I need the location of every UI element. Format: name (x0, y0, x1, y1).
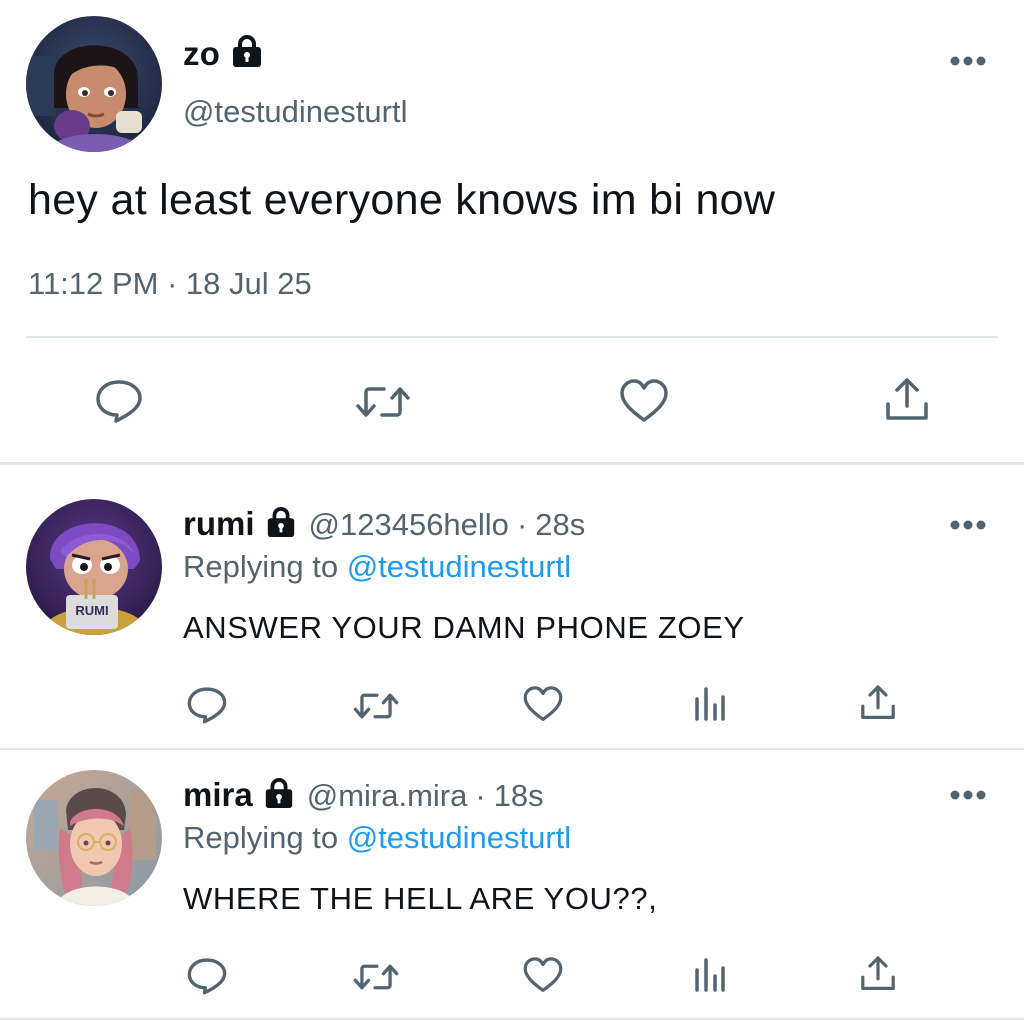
more-horizontal-icon[interactable] (948, 518, 988, 537)
analytics-icon[interactable] (692, 956, 728, 994)
like-icon[interactable] (522, 956, 564, 994)
lock-icon (263, 777, 295, 814)
lock-icon (265, 506, 297, 543)
share-icon[interactable] (858, 954, 898, 994)
like-icon[interactable] (618, 378, 670, 424)
analytics-icon[interactable] (692, 685, 728, 723)
retweet-icon[interactable] (352, 960, 400, 994)
share-icon[interactable] (858, 683, 898, 723)
replying-prefix: Replying to (183, 820, 347, 855)
reply-header: rumi @123456hello · 28s (183, 505, 585, 543)
more-horizontal-icon[interactable] (948, 788, 988, 807)
avatar-rumi[interactable]: RUMI (26, 499, 162, 635)
reply-author-name[interactable]: rumi (183, 505, 255, 543)
reply-time[interactable]: 28s (535, 507, 585, 543)
reply-text: WHERE THE HELL ARE YOU??, (183, 881, 658, 916)
avatar-label: RUMI (75, 603, 108, 618)
more-horizontal-icon[interactable] (948, 54, 988, 73)
replying-to: Replying to @testudinesturtl (183, 549, 571, 585)
reply-author-name[interactable]: mira (183, 776, 253, 814)
tweet-timestamp[interactable]: 11:12 PM · 18 Jul 25 (28, 266, 312, 302)
tweet-text: hey at least everyone knows im bi now (28, 176, 776, 224)
replying-to: Replying to @testudinesturtl (183, 820, 571, 856)
lock-icon (230, 34, 264, 73)
reply-icon[interactable] (186, 956, 228, 996)
reply-author-handle[interactable]: @123456hello (309, 507, 509, 543)
reply-icon[interactable] (186, 685, 228, 725)
avatar-zo[interactable] (26, 16, 162, 152)
author-name[interactable]: zo (183, 35, 220, 73)
replying-prefix: Replying to (183, 549, 347, 584)
replying-to-mention[interactable]: @testudinesturtl (347, 549, 571, 584)
divider (26, 336, 998, 338)
reply-icon[interactable] (94, 378, 144, 424)
reply-tweet: mira @mira.mira · 18s Replying to @testu… (0, 750, 1024, 1020)
main-tweet: zo @testudinesturtl hey at least everyon… (0, 0, 1024, 462)
reply-time[interactable]: 18s (494, 778, 544, 814)
author-handle[interactable]: @testudinesturtl (183, 94, 407, 130)
reply-author-handle[interactable]: @mira.mira (307, 778, 468, 814)
meta-separator: · (516, 507, 528, 542)
meta-separator: · (475, 778, 486, 813)
author-row: zo (183, 34, 264, 73)
reply-tweet: RUMI rumi @123456hello · 28s Replying to… (0, 465, 1024, 748)
reply-text: ANSWER YOUR DAMN PHONE ZOEY (183, 610, 745, 645)
retweet-icon[interactable] (352, 689, 400, 723)
share-icon[interactable] (882, 376, 932, 424)
reply-header: mira @mira.mira · 18s (183, 776, 544, 814)
retweet-icon[interactable] (354, 382, 412, 422)
replying-to-mention[interactable]: @testudinesturtl (347, 820, 571, 855)
like-icon[interactable] (522, 685, 564, 723)
avatar-mira[interactable] (26, 770, 162, 906)
